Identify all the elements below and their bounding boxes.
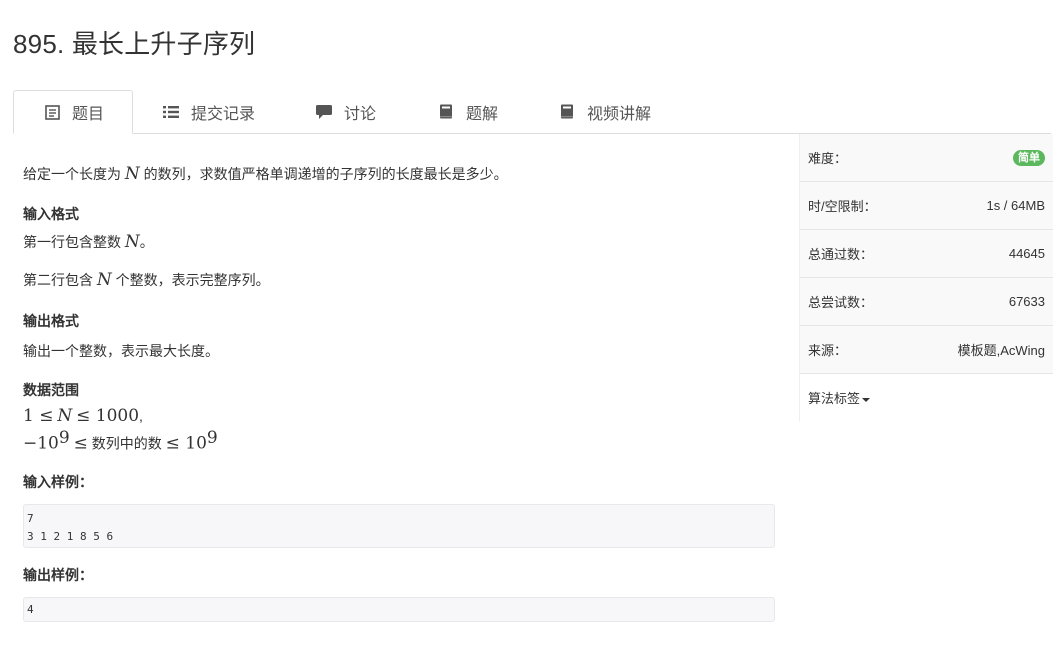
- source-label: 来源：: [808, 343, 848, 358]
- range-2-c: 数列中的数: [91, 435, 162, 452]
- passed-label: 总通过数：: [808, 247, 874, 262]
- passed-row: 总通过数： 44645: [800, 230, 1053, 278]
- attempts-value: 67633: [1008, 294, 1045, 309]
- tags-dropdown[interactable]: 算法标签: [808, 388, 871, 407]
- list-icon: [163, 104, 179, 120]
- math-var: N: [96, 270, 112, 290]
- math-var: N: [57, 406, 73, 426]
- range-2-d: ≤ 10: [165, 433, 207, 454]
- limit-row: 时/空限制： 1s / 64MB: [800, 182, 1053, 230]
- tab-submissions-label: 提交记录: [191, 105, 256, 123]
- range-line-2: −109 ≤ 数列中的数 ≤ 109: [23, 428, 218, 454]
- caret-down-icon: [862, 397, 871, 402]
- problem-tabs: 题目 提交记录 讨论 题解 视频讲解: [13, 90, 1051, 134]
- limit-label: 时/空限制：: [808, 199, 877, 214]
- tab-solutions[interactable]: 题解: [438, 90, 498, 133]
- tab-problem[interactable]: 题目: [13, 90, 133, 134]
- sample-output-heading: 输出样例：: [23, 567, 93, 583]
- tab-discussion-label: 讨论: [344, 105, 377, 123]
- output-format-heading: 输出格式: [23, 313, 79, 329]
- document-icon: [44, 104, 60, 120]
- sample-output-block[interactable]: 4: [23, 597, 775, 622]
- source-value: 模板题,AcWing: [957, 343, 1045, 358]
- range-2-a: −10: [23, 433, 59, 454]
- input-format-heading: 输入格式: [23, 206, 79, 222]
- data-range-heading: 数据范围: [23, 382, 79, 398]
- math-var: N: [124, 164, 140, 184]
- attempts-label: 总尝试数：: [808, 295, 874, 310]
- difficulty-row: 难度： 简单: [800, 134, 1053, 182]
- tags-label: 算法标签: [808, 391, 861, 406]
- input-line-1: 第一行包含整数 N。: [23, 232, 154, 252]
- intro-text: 给定一个长度为 N 的数列，求数值严格单调递增的子序列的长度最长是多少。: [23, 164, 508, 184]
- input-line-2-b: 个整数，表示完整序列。: [115, 272, 270, 288]
- math-var: N: [124, 232, 140, 252]
- attempts-row: 总尝试数： 67633: [800, 278, 1053, 326]
- sample-input-heading: 输入样例：: [23, 474, 93, 490]
- intro-text-a: 给定一个长度为: [23, 166, 121, 182]
- problem-info-sidebar: 难度： 简单 时/空限制： 1s / 64MB 总通过数： 44645 总尝试数…: [799, 134, 1053, 421]
- tab-video[interactable]: 视频讲解: [559, 90, 651, 133]
- book-icon: [438, 104, 454, 120]
- tab-video-label: 视频讲解: [587, 105, 652, 123]
- input-line-2-a: 第二行包含: [23, 272, 93, 288]
- range-1-a: 1 ≤: [23, 406, 54, 426]
- range-2-sup: 9: [58, 428, 70, 448]
- input-line-2: 第二行包含 N 个整数，表示完整序列。: [23, 270, 270, 290]
- page-title: 895. 最长上升子序列: [13, 29, 256, 59]
- input-line-1-a: 第一行包含整数: [23, 234, 121, 250]
- sample-input-block[interactable]: 7 3 1 2 1 8 5 6: [23, 504, 775, 548]
- tab-discussion[interactable]: 讨论: [316, 90, 376, 133]
- difficulty-badge: 简单: [1013, 149, 1045, 166]
- output-line: 输出一个整数，表示最大长度。: [23, 343, 219, 359]
- source-row: 来源： 模板题,AcWing: [800, 326, 1053, 374]
- range-1-c: ,: [139, 408, 143, 424]
- tags-row: 算法标签: [800, 374, 1053, 421]
- tab-solutions-label: 题解: [466, 105, 499, 123]
- range-line-1: 1 ≤ N ≤ 1000,: [23, 406, 143, 426]
- comment-icon: [316, 104, 332, 120]
- book-icon: [559, 104, 575, 120]
- difficulty-label: 难度：: [808, 151, 848, 166]
- tab-problem-label: 题目: [72, 106, 105, 123]
- range-2-b: ≤: [73, 433, 88, 454]
- limit-value: 1s / 64MB: [986, 198, 1045, 213]
- passed-value: 44645: [1008, 246, 1045, 261]
- input-line-1-b: 。: [139, 234, 154, 250]
- tab-submissions[interactable]: 提交记录: [163, 90, 255, 133]
- intro-text-b: 的数列，求数值严格单调递增的子序列的长度最长是多少。: [143, 166, 508, 182]
- range-1-b: ≤ 1000: [76, 406, 140, 426]
- range-2-sup2: 9: [206, 428, 218, 448]
